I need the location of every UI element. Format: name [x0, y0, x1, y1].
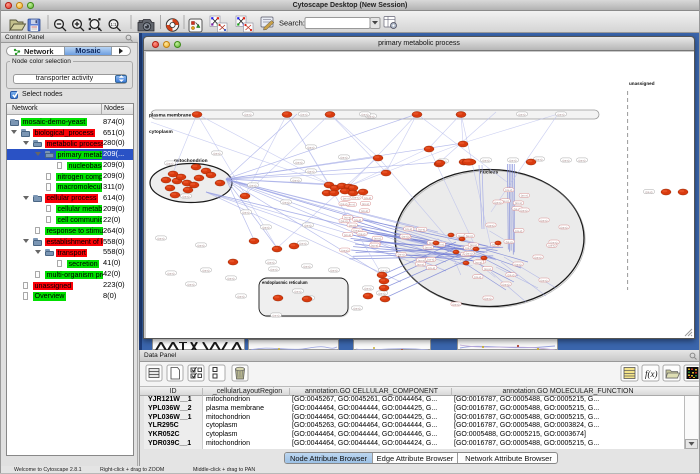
svg-text:(xx-x): (xx-x)	[398, 253, 405, 257]
svg-text:(xx-x): (xx-x)	[561, 225, 568, 229]
svg-text:(xx-x): (xx-x)	[341, 202, 348, 206]
svg-text:(xx-x): (xx-x)	[515, 229, 522, 233]
svg-text:(xx-x): (xx-x)	[167, 161, 174, 165]
svg-text:(xx-x): (xx-x)	[470, 243, 477, 247]
svg-text:(xx-x): (xx-x)	[558, 112, 565, 116]
svg-text:(xx-x): (xx-x)	[515, 262, 522, 266]
svg-text:endoplasmic reticulum: endoplasmic reticulum	[262, 280, 308, 285]
svg-text:(xx-x): (xx-x)	[541, 278, 548, 282]
svg-text:(xx-x): (xx-x)	[508, 273, 515, 277]
svg-text:(xx-x): (xx-x)	[405, 227, 412, 231]
svg-text:(xx-x): (xx-x)	[344, 216, 351, 220]
svg-text:(xx-x): (xx-x)	[243, 210, 250, 214]
svg-text:(xx-x): (xx-x)	[364, 196, 371, 200]
svg-text:(xx-x): (xx-x)	[521, 208, 528, 212]
svg-text:Search:: Search:	[279, 19, 305, 28]
svg-text:(xx-x): (xx-x)	[453, 302, 460, 306]
svg-text:(xx-x): (xx-x)	[203, 268, 210, 272]
svg-text:(xx-x): (xx-x)	[487, 223, 494, 227]
svg-text:(xx-x): (xx-x)	[579, 158, 586, 162]
svg-text:(xx-x): (xx-x)	[250, 183, 257, 187]
svg-text:unassigned: unassigned	[629, 81, 655, 86]
svg-text:1:1: 1:1	[111, 22, 118, 27]
svg-text:(xx-x): (xx-x)	[238, 294, 245, 298]
svg-text:(xx-x): (xx-x)	[268, 260, 275, 264]
svg-text:(xx-x): (xx-x)	[245, 112, 252, 116]
svg-text:(xx-x): (xx-x)	[541, 218, 548, 222]
svg-text:(xx-x): (xx-x)	[427, 258, 434, 262]
svg-text:(xx-x): (xx-x)	[308, 169, 315, 173]
svg-text:(xx-x): (xx-x)	[304, 264, 311, 268]
svg-text:(xx-x): (xx-x)	[510, 158, 517, 162]
svg-text:(xx-x): (xx-x)	[168, 271, 175, 275]
svg-text:(xx-x): (xx-x)	[359, 232, 366, 236]
svg-text:(xx-x): (xx-x)	[305, 223, 312, 227]
svg-text:nucleus: nucleus	[480, 170, 498, 176]
svg-text:(xx-x): (xx-x)	[418, 228, 425, 232]
svg-text:cytoplasm: cytoplasm	[149, 129, 173, 135]
svg-text:(xx-x): (xx-x)	[374, 237, 381, 241]
svg-text:(xx-x): (xx-x)	[425, 246, 432, 250]
svg-text:(xx-x): (xx-x)	[551, 240, 558, 244]
svg-text:(xx-x): (xx-x)	[293, 178, 300, 182]
svg-text:(xx-x): (xx-x)	[295, 289, 302, 293]
svg-text:(xx-x): (xx-x)	[519, 112, 526, 116]
svg-text:(xx-x): (xx-x)	[381, 268, 388, 272]
svg-text:(xx-x): (xx-x)	[495, 200, 502, 204]
svg-text:(xx-x): (xx-x)	[331, 268, 338, 272]
svg-text:(xx-x): (xx-x)	[341, 219, 348, 223]
svg-text:(xx-x): (xx-x)	[341, 248, 348, 252]
svg-text:(xx-x): (xx-x)	[283, 200, 290, 204]
svg-text:(xx-x): (xx-x)	[362, 202, 369, 206]
svg-text:(xx-x): (xx-x)	[475, 260, 482, 264]
svg-text:(xx-x): (xx-x)	[352, 196, 359, 200]
svg-text:(xx-x): (xx-x)	[263, 225, 270, 229]
svg-text:(xx-x): (xx-x)	[344, 233, 351, 237]
svg-text:(xx-x): (xx-x)	[365, 286, 372, 290]
svg-text:plasma membrane: plasma membrane	[149, 113, 191, 119]
svg-text:(xx-x): (xx-x)	[646, 190, 653, 194]
svg-text:(xx-x): (xx-x)	[535, 255, 542, 259]
svg-text:(xx-x): (xx-x)	[271, 267, 278, 271]
svg-text:(xx-x): (xx-x)	[466, 234, 473, 238]
svg-text:(xx-x): (xx-x)	[214, 151, 221, 155]
svg-text:(xx-x): (xx-x)	[506, 240, 513, 244]
svg-text:(xx-x): (xx-x)	[563, 158, 570, 162]
svg-text:(xx-x): (xx-x)	[418, 258, 425, 262]
svg-text:(xx-x): (xx-x)	[402, 235, 409, 239]
svg-text:(xx-x): (xx-x)	[300, 241, 307, 245]
svg-text:(xx-x): (xx-x)	[183, 194, 190, 198]
svg-text:f(x): f(x)	[645, 369, 658, 379]
svg-text:(xx-x): (xx-x)	[515, 201, 522, 205]
svg-text:(xx-x): (xx-x)	[349, 223, 356, 227]
svg-text:(xx-x): (xx-x)	[354, 306, 361, 310]
svg-text:(xx-x): (xx-x)	[362, 112, 369, 116]
svg-text:(xx-x): (xx-x)	[484, 267, 491, 271]
svg-text:(xx-x): (xx-x)	[301, 112, 308, 116]
svg-text:(xx-x): (xx-x)	[296, 160, 303, 164]
svg-text:(xx-x): (xx-x)	[341, 155, 348, 159]
svg-text:(xx-x): (xx-x)	[485, 296, 492, 300]
svg-text:(xx-x): (xx-x)	[379, 291, 386, 295]
svg-text:(xx-x): (xx-x)	[308, 145, 315, 149]
svg-text:(xx-x): (xx-x)	[198, 243, 205, 247]
svg-text:(xx-x): (xx-x)	[371, 243, 378, 247]
svg-text:(xx-x): (xx-x)	[417, 262, 424, 266]
svg-text:(xx-x): (xx-x)	[273, 313, 280, 317]
svg-text:(xx-x): (xx-x)	[158, 236, 165, 240]
svg-text:(xx-x): (xx-x)	[188, 282, 195, 286]
svg-text:(xx-x): (xx-x)	[466, 252, 473, 256]
svg-text:(xx-x): (xx-x)	[505, 188, 512, 192]
svg-text:(xx-x): (xx-x)	[536, 157, 543, 161]
svg-text:(xx-x): (xx-x)	[354, 218, 361, 222]
svg-text:(xx-x): (xx-x)	[428, 266, 435, 270]
svg-text:(xx-x): (xx-x)	[228, 276, 235, 280]
svg-text:(xx-x): (xx-x)	[343, 197, 350, 201]
svg-text:(xx-x): (xx-x)	[521, 194, 528, 198]
svg-text:(xx-x): (xx-x)	[483, 158, 490, 162]
svg-text:(xx-x): (xx-x)	[503, 282, 510, 286]
svg-text:(xx-x): (xx-x)	[361, 209, 368, 213]
svg-text:(xx-x): (xx-x)	[474, 275, 481, 279]
